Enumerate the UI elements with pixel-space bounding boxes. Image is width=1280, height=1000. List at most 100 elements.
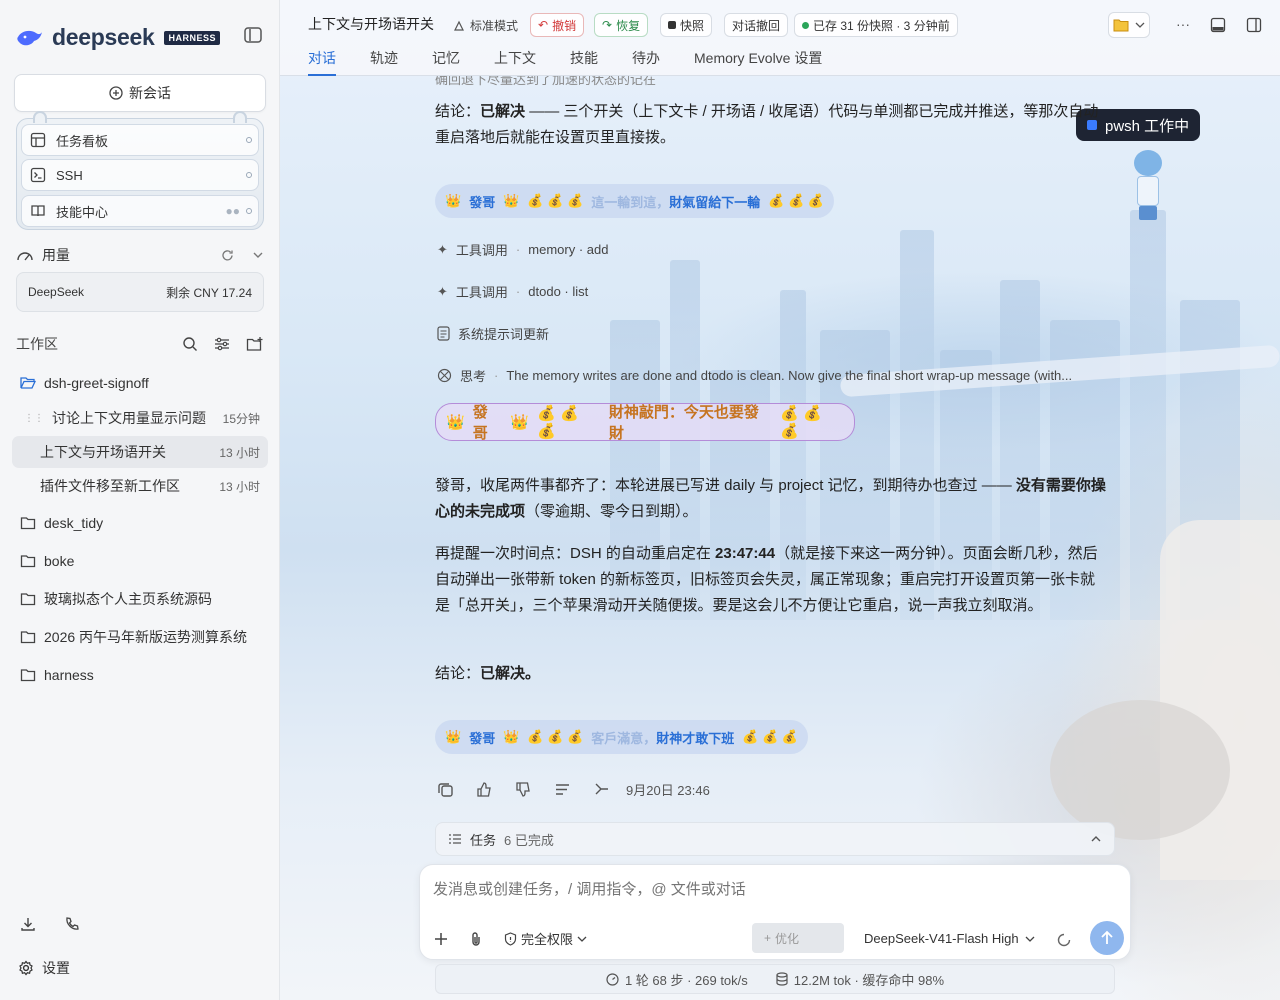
card-label: 技能中心 [56, 204, 109, 220]
chat-item[interactable]: ⋮⋮ 讨论上下文用量显示问题 15分钟 [12, 402, 268, 434]
optimize-button[interactable]: + 优化 [752, 923, 844, 953]
gear-icon [19, 960, 33, 976]
tool-call-row[interactable]: ✦ 工具调用 · dtodo · list [437, 282, 588, 301]
card-task-board[interactable]: 任务看板 [21, 124, 259, 156]
workspace-folder[interactable]: 2026 丙午马年新版运势测算系统 [12, 621, 268, 653]
tab-todo[interactable]: 待办 [632, 48, 660, 76]
copy-icon[interactable] [437, 781, 454, 798]
new-folder-icon[interactable] [246, 336, 264, 352]
attachment-icon[interactable] [470, 931, 482, 947]
tasks-label: 任务 [470, 832, 497, 848]
workspace-folder[interactable]: boke [12, 545, 268, 577]
thumbs-down-icon[interactable] [515, 781, 532, 798]
panel-bottom-icon[interactable] [1210, 17, 1226, 33]
folder-icon [1113, 19, 1129, 31]
sparkle-icon: + [764, 931, 772, 945]
permission-dropdown[interactable]: 完全权限 [504, 929, 587, 948]
message-input[interactable] [433, 877, 1113, 901]
download-icon[interactable] [20, 916, 36, 932]
crown-icon: 👑 [445, 729, 462, 744]
chevron-down-icon[interactable] [252, 251, 264, 259]
moneybag-icon: 💰 💰 💰 [742, 729, 799, 744]
workspace-folder[interactable]: desk_tidy [12, 507, 268, 539]
undo-icon: ↶ [538, 18, 549, 32]
usage-header[interactable]: 用量 [16, 244, 264, 266]
tab-memory-evolve[interactable]: Memory Evolve 设置 [694, 48, 822, 76]
more-icon[interactable]: ··· [1176, 16, 1190, 32]
chat-label: 讨论上下文用量显示问题 [52, 410, 206, 426]
workspace-folder[interactable]: harness [12, 659, 268, 691]
status-dot [246, 137, 252, 143]
panel-right-icon[interactable] [1246, 17, 1262, 33]
app-logo[interactable]: deepseek HARNESS [16, 24, 220, 51]
snapshot-icon [668, 21, 676, 29]
search-icon[interactable] [182, 336, 198, 352]
workspace-folder[interactable]: 玻璃拟态个人主页系统源码 [12, 583, 268, 615]
tab-trace[interactable]: 轨迹 [370, 48, 398, 76]
send-button[interactable] [1090, 921, 1124, 955]
drag-handle-icon[interactable]: ⋮⋮ [24, 413, 44, 424]
tab-chat[interactable]: 对话 [308, 48, 336, 76]
folder-label: 玻璃拟态个人主页系统源码 [44, 591, 212, 607]
restart-time: 23:47:44 [715, 545, 776, 562]
redo-button[interactable]: ↷ 恢复 [594, 13, 649, 37]
chat-item[interactable]: 插件文件移至新工作区 13 小时 [12, 470, 268, 502]
message-timestamp: 9月20日 23:46 [626, 783, 710, 798]
folder-switch-button[interactable] [1108, 12, 1150, 38]
run-stats-label: 1 轮 68 步 · 269 tok/s [624, 972, 748, 988]
tab-context[interactable]: 上下文 [494, 48, 536, 76]
tool-call-label: 工具调用 [455, 285, 508, 300]
chevron-up-icon[interactable] [1090, 835, 1102, 843]
tab-memory[interactable]: 记忆 [432, 48, 460, 76]
chat-item-selected[interactable]: 上下文与开场语开关 13 小时 [12, 436, 268, 468]
assistant-message: 结论：已解决。 [435, 661, 1110, 687]
tool-call-detail: dtodo · list [528, 284, 589, 299]
snapshot-button[interactable]: 快照 [660, 13, 713, 37]
chevron-down-icon [577, 936, 587, 942]
branch-icon[interactable] [593, 781, 610, 798]
snapshot-label: 快照 [680, 18, 705, 33]
thinking-row[interactable]: 思考 · The memory writes are done and dtodo… [437, 366, 1137, 385]
new-chat-button[interactable]: 新会话 [14, 74, 266, 112]
undo-button[interactable]: ↶ 撤销 [530, 13, 585, 37]
moneybag-icon: 💰 💰 💰 [768, 193, 825, 208]
crown-icon: 👑 [503, 729, 520, 744]
system-update-label: 系统提示词更新 [458, 327, 550, 342]
filter-icon[interactable] [214, 336, 230, 352]
system-prompt-update-row[interactable]: 系统提示词更新 [437, 324, 549, 343]
sidebar-toggle-icon[interactable] [244, 27, 262, 43]
mode-indicator[interactable]: 标准模式 [452, 17, 518, 34]
cat-ear-decoration [233, 111, 247, 123]
composer-tools: 完全权限 [434, 929, 587, 948]
plus-icon[interactable] [434, 932, 448, 946]
gauge-icon [17, 252, 33, 261]
workspace-header: 工作区 [16, 333, 264, 355]
crown-icon: 👑 [510, 414, 530, 431]
redo-label: 恢复 [616, 18, 641, 33]
chat-label: 上下文与开场语开关 [40, 444, 166, 460]
message-partial: 确回退下尽量达到了加速的状态的记在 [435, 76, 657, 86]
workspace-folder[interactable]: dsh-greet-signoff [12, 367, 268, 399]
message-text: 發哥，收尾两件事都齐了：本轮进展已写进 daily 与 project 记忆，到… [435, 477, 1016, 494]
permission-label: 完全权限 [521, 932, 574, 947]
card-ssh[interactable]: SSH [21, 159, 259, 191]
rollback-button[interactable]: 对话撤回 [724, 13, 789, 37]
thumbs-up-icon[interactable] [476, 781, 493, 798]
tasks-count: 6 已完成 [504, 832, 554, 848]
settings-button[interactable]: 设置 [18, 958, 70, 978]
card-skill-center[interactable]: 技能中心 ●● [21, 195, 259, 227]
sparkle-icon: ✦ [437, 283, 448, 299]
tab-skills[interactable]: 技能 [570, 48, 598, 76]
phone-icon[interactable] [64, 916, 80, 932]
run-stats: 1 轮 68 步 · 269 tok/s [606, 970, 748, 989]
quick-cards: 任务看板 SSH 技能中心 ●● [16, 111, 264, 230]
folder-open-icon [20, 377, 36, 389]
refresh-icon[interactable] [221, 249, 234, 262]
model-selector[interactable]: DeepSeek-V41-Flash High [864, 931, 1035, 946]
chat-time: 13 小时 [219, 479, 260, 494]
tool-call-row[interactable]: ✦ 工具调用 · memory · add [437, 240, 608, 259]
folder-label: 2026 丙午马年新版运势测算系统 [44, 629, 248, 645]
folder-label: dsh-greet-signoff [44, 375, 149, 391]
align-left-icon[interactable] [554, 781, 571, 798]
tasks-panel[interactable]: 任务 6 已完成 [435, 822, 1115, 856]
